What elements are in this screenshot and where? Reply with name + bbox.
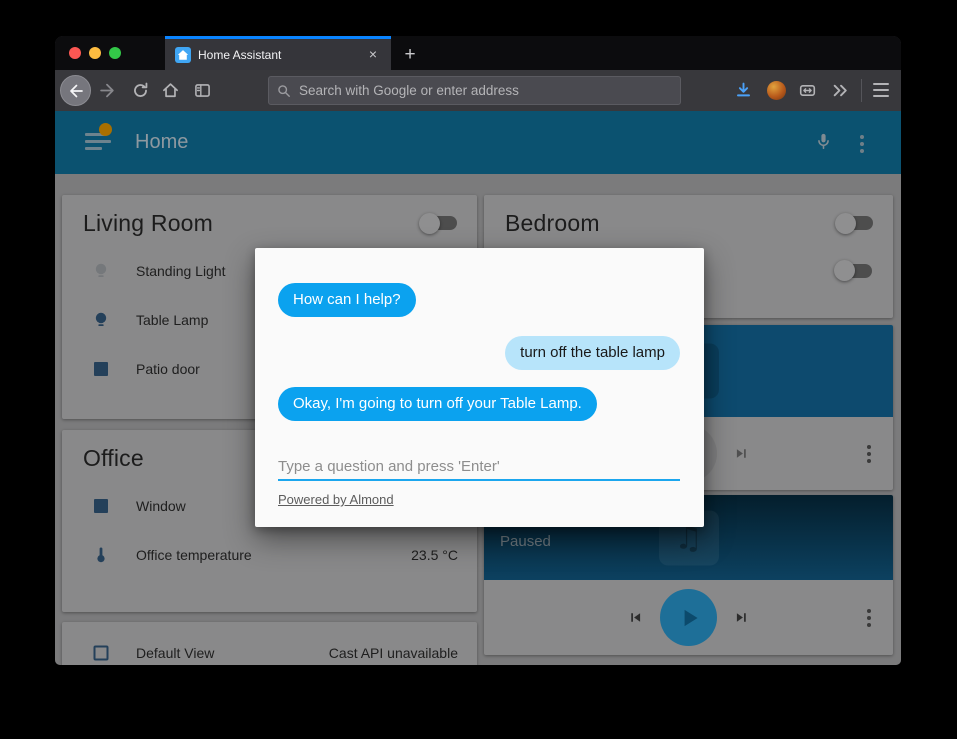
play-button[interactable] [660, 589, 717, 646]
play-icon [677, 605, 703, 631]
window-controls [69, 47, 121, 59]
browser-titlebar: Home Assistant × + [55, 36, 901, 70]
back-button[interactable] [60, 75, 91, 106]
app-header: Home [55, 111, 901, 174]
address-bar[interactable]: Search with Google or enter address [268, 76, 681, 105]
home-button[interactable] [162, 82, 179, 99]
cast-status-text: Cast API unavailable [329, 645, 477, 661]
zoom-window-button[interactable] [109, 47, 121, 59]
voice-assistant-dialog: How can I help? turn off the table lamp … [255, 248, 704, 527]
bedroom-title: Bedroom [505, 210, 600, 237]
entity-name: Office temperature [136, 547, 252, 563]
entity-name: Standing Light [136, 263, 226, 279]
extension-icon [799, 82, 816, 99]
door-square-icon[interactable] [92, 360, 110, 378]
back-arrow-icon [68, 83, 84, 99]
browser-window: Home Assistant × + [55, 36, 901, 665]
default-view-card: Default View Cast API unavailable [62, 622, 477, 665]
download-icon [735, 82, 752, 99]
living-room-toggle[interactable] [421, 216, 457, 230]
account-avatar[interactable] [767, 81, 786, 100]
entity-row-office-temperature: Office temperature 23.5 °C [62, 530, 477, 579]
checkbox-outline-icon[interactable] [92, 644, 110, 662]
page-title: Home [135, 131, 188, 154]
search-icon [277, 84, 291, 98]
skip-next-button[interactable] [733, 445, 750, 462]
assistant-message-bubble: How can I help? [278, 283, 416, 317]
browser-tab-home-assistant[interactable]: Home Assistant × [165, 36, 391, 70]
media-overflow-menu-button[interactable] [867, 609, 871, 627]
entity-row-default-view: Default View Cast API unavailable [62, 622, 477, 665]
chat-input[interactable] [278, 453, 680, 481]
downloads-button[interactable] [735, 82, 752, 99]
temperature-value: 23.5 °C [411, 547, 477, 563]
overflow-chevron-button[interactable] [832, 82, 849, 99]
desktop-background: Home Assistant × + [0, 0, 957, 739]
living-room-title: Living Room [83, 210, 213, 237]
thermometer-icon[interactable] [92, 546, 110, 564]
reload-button[interactable] [132, 82, 149, 99]
sidebar-icon [194, 82, 211, 99]
home-icon [162, 82, 179, 99]
media-status-text: Paused [500, 533, 551, 550]
user-message-bubble: turn off the table lamp [505, 336, 680, 370]
forward-button[interactable] [99, 82, 116, 99]
notification-badge [99, 123, 112, 136]
close-tab-icon[interactable]: × [363, 45, 383, 65]
close-window-button[interactable] [69, 47, 81, 59]
entity-name: Table Lamp [136, 312, 208, 328]
bedroom-toggle[interactable] [837, 216, 873, 230]
minimize-window-button[interactable] [89, 47, 101, 59]
entity-name: Window [136, 498, 186, 514]
home-assistant-favicon [175, 47, 191, 63]
assistant-message-bubble: Okay, I'm going to turn off your Table L… [278, 387, 597, 421]
toolbar-separator [861, 79, 862, 102]
reload-icon [132, 82, 149, 99]
browser-toolbar: Search with Google or enter address [55, 70, 901, 111]
media-controls [484, 580, 893, 655]
forward-arrow-icon [99, 82, 116, 99]
double-chevron-icon [832, 82, 849, 99]
skip-next-button[interactable] [733, 609, 750, 626]
header-overflow-menu-button[interactable] [860, 135, 864, 153]
window-square-icon[interactable] [92, 497, 110, 515]
entity-name: Patio door [136, 361, 200, 377]
tab-title: Home Assistant [198, 48, 363, 62]
lightbulb-icon[interactable] [92, 262, 110, 280]
extension-button[interactable] [799, 82, 816, 99]
new-tab-button[interactable]: + [399, 44, 421, 66]
entity-name: Default View [136, 645, 214, 661]
home-assistant-page: Home Living Room [55, 111, 901, 665]
microphone-icon [814, 132, 833, 151]
sidebar-menu-button[interactable] [85, 133, 111, 153]
sidebar-button[interactable] [194, 82, 211, 99]
media-overflow-menu-button[interactable] [867, 445, 871, 463]
microphone-button[interactable] [814, 132, 833, 156]
powered-by-almond-link[interactable]: Powered by Almond [278, 492, 394, 507]
address-bar-placeholder: Search with Google or enter address [299, 83, 519, 98]
bedroom-light-toggle[interactable] [836, 264, 872, 278]
skip-previous-button[interactable] [627, 609, 644, 626]
menu-button[interactable] [873, 83, 889, 97]
lightbulb-icon[interactable] [92, 311, 110, 329]
office-title: Office [83, 445, 144, 472]
